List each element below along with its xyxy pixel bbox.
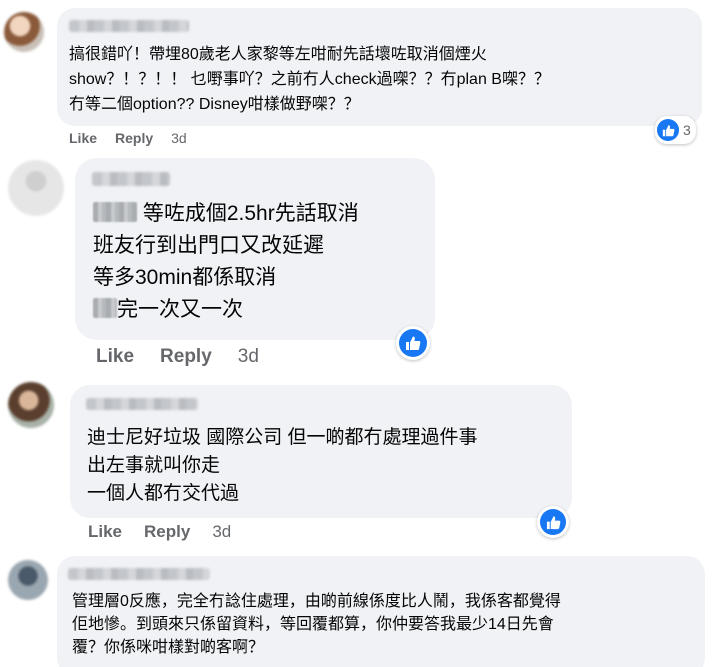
comment-actions: Like Reply 3d xyxy=(69,130,187,146)
reaction-count: 3 xyxy=(683,122,691,138)
comment-line: 管理層0反應，完全冇諗住處理，由啲前線係度比人鬧，我係客都覺得 xyxy=(72,593,561,610)
comment-line: 等咗成個2.5hr先話取消 xyxy=(93,198,359,230)
reaction-summary[interactable] xyxy=(537,506,569,538)
comment-line: 搞很錯吖！帶埋80歲老人家黎等左咁耐先話壞咗取消個煙火 xyxy=(69,46,487,63)
author-name-redacted[interactable] xyxy=(68,568,210,580)
comment-text: 等咗成個2.5hr先話取消班友行到出門口又改延遲 等多30min都係取消完一次又一… xyxy=(93,198,359,326)
comment-line: show？！？！！ 乜嘢事吖？之前冇人check過㗎？？冇plan B㗎？？ xyxy=(69,71,550,88)
avatar[interactable] xyxy=(8,382,54,428)
redacted-word xyxy=(93,298,117,318)
author-name-redacted[interactable] xyxy=(92,172,170,186)
comment-line: 迪士尼好垃圾 國際公司 但一啲都冇處理過件事 xyxy=(87,427,478,448)
avatar[interactable] xyxy=(4,12,44,52)
comment-feed: 搞很錯吖！帶埋80歲老人家黎等左咁耐先話壞咗取消個煙火 show？！？！！ 乜嘢事… xyxy=(0,0,713,667)
like-button[interactable]: Like xyxy=(69,130,97,146)
comment-line: 冇等二個option?? Disney咁樣做野㗎？？ xyxy=(69,96,360,113)
timestamp[interactable]: 3d xyxy=(171,130,187,146)
comment-line: 覆？你係咪咁樣對啲客啊？ xyxy=(72,639,265,656)
comment-line: 出左事就叫你走 xyxy=(87,455,221,476)
reply-button[interactable]: Reply xyxy=(144,522,190,542)
author-name-redacted[interactable] xyxy=(86,398,198,410)
like-icon xyxy=(399,329,427,357)
comment-text: 搞很錯吖！帶埋80歲老人家黎等左咁耐先話壞咗取消個煙火 show？！？！！ 乜嘢事… xyxy=(69,42,550,117)
comment-line: 完一次又一次 xyxy=(93,294,359,326)
avatar[interactable] xyxy=(8,560,48,600)
comment-line: 佢地慘。到頭來只係留資料，等回覆都算，你仲要答我最少14日先會 xyxy=(72,616,554,633)
reaction-summary[interactable]: 3 xyxy=(655,116,696,144)
like-icon xyxy=(657,119,679,141)
comment-line: 等多30min都係取消 xyxy=(93,266,277,289)
like-button[interactable]: Like xyxy=(96,346,134,368)
reaction-summary[interactable] xyxy=(396,326,430,360)
comment-line: 班友行到出門口又改延遲 xyxy=(93,234,324,257)
like-button[interactable]: Like xyxy=(88,522,122,542)
comment-actions: Like Reply 3d xyxy=(96,346,259,368)
reply-button[interactable]: Reply xyxy=(115,130,153,146)
comment-line: 一個人都冇交代過 xyxy=(87,483,240,504)
reply-button[interactable]: Reply xyxy=(160,346,212,368)
like-icon xyxy=(540,509,566,535)
comment-text: 迪士尼好垃圾 國際公司 但一啲都冇處理過件事 出左事就叫你走 一個人都冇交代過 xyxy=(87,424,478,508)
author-name-redacted[interactable] xyxy=(69,20,189,32)
comment-text: 管理層0反應，完全冇諗住處理，由啲前線係度比人鬧，我係客都覺得 佢地慘。到頭來只係… xyxy=(72,590,561,659)
avatar[interactable] xyxy=(8,160,64,216)
redacted-mention xyxy=(93,202,137,222)
timestamp[interactable]: 3d xyxy=(238,346,259,368)
timestamp[interactable]: 3d xyxy=(212,522,231,542)
comment-actions: Like Reply 3d xyxy=(88,522,231,542)
